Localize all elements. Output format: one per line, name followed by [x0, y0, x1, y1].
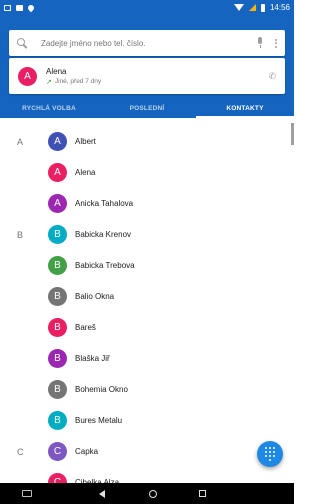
avatar[interactable]: B [48, 349, 67, 368]
contact-row[interactable]: C Cibelka Alza [0, 467, 294, 483]
contact-list[interactable]: A A Albert A Alena A Anicka Tahalova B B Babicka … [0, 126, 294, 483]
image-notification-icon [16, 4, 23, 11]
home-icon[interactable] [149, 489, 157, 498]
avatar[interactable]: B [48, 380, 67, 399]
dialpad-button[interactable] [257, 441, 283, 467]
contact-name: Anicka Tahalova [75, 199, 134, 208]
notification-icon [4, 4, 11, 11]
contact-name: Blaška Jiř [75, 354, 110, 363]
recent-call-detail: Jiné, před 7 dny [54, 78, 102, 85]
avatar[interactable]: A [48, 163, 67, 182]
contact-row[interactable]: B Balio Okna [0, 281, 294, 312]
contact-name: Bures Metalu [75, 416, 123, 425]
section-letter: C [17, 446, 24, 457]
screenshot-icon[interactable] [22, 490, 32, 497]
tab-bar: RYCHLÁ VOLBA POSLEDNÍ KONTAKTY [0, 98, 294, 118]
contact-row[interactable]: C C Capka [0, 436, 294, 467]
section-letter: B [17, 229, 24, 240]
status-bar: 14:56 [0, 0, 294, 15]
contact-name: Alena [75, 168, 96, 177]
status-left-icons [4, 3, 36, 12]
avatar[interactable]: B [48, 318, 67, 337]
recent-call-detail-row: ↗ Jiné, před 7 dny [46, 78, 268, 86]
contact-row[interactable]: B Blaška Jiř [0, 343, 294, 374]
search-input[interactable] [41, 38, 255, 48]
contact-row[interactable]: B Babicka Trebova [0, 250, 294, 281]
avatar[interactable]: B [48, 411, 67, 430]
contact-name: Albert [75, 137, 96, 146]
contact-row[interactable]: A Alena [0, 157, 294, 188]
contact-name: Bareš [75, 323, 96, 332]
contact-name: Bohemia Okno [75, 385, 128, 394]
search-bar[interactable] [9, 30, 285, 56]
navigation-bar [0, 483, 294, 504]
contact-name: Babicka Trebova [75, 261, 135, 270]
contact-row[interactable]: B Bareš [0, 312, 294, 343]
dialpad-icon [264, 446, 276, 462]
contact-row[interactable]: A A Albert [0, 126, 294, 157]
tab-speed-dial[interactable]: RYCHLÁ VOLBA [0, 98, 98, 118]
avatar[interactable]: A [48, 132, 67, 151]
tab-recents[interactable]: POSLEDNÍ [98, 98, 196, 118]
avatar: A [18, 66, 37, 86]
contact-name: Balio Okna [75, 292, 115, 301]
recent-call-name: Alena [46, 66, 67, 76]
avatar[interactable]: B [48, 256, 67, 275]
avatar[interactable]: A [48, 194, 67, 213]
avatar[interactable]: C [48, 442, 67, 461]
location-icon [26, 3, 36, 12]
phone-icon[interactable]: ✆ [268, 71, 276, 82]
wifi-icon [233, 4, 244, 11]
battery-icon [260, 3, 265, 12]
scrollbar[interactable] [291, 123, 294, 145]
back-icon[interactable] [99, 489, 105, 498]
tab-contacts[interactable]: KONTAKTY [196, 98, 294, 118]
avatar[interactable]: B [48, 287, 67, 306]
mic-icon[interactable] [255, 37, 265, 49]
avatar[interactable]: C [48, 473, 67, 483]
contact-row[interactable]: A Anicka Tahalova [0, 188, 294, 219]
search-icon [17, 37, 28, 49]
status-right-icons: 14:56 [233, 3, 290, 12]
contact-row[interactable]: B Bures Metalu [0, 405, 294, 436]
recent-apps-icon[interactable] [199, 490, 206, 497]
contact-name: Capka [75, 447, 99, 456]
contact-name: Babicka Krenov [75, 230, 132, 239]
contact-row[interactable]: B B Babicka Krenov [0, 219, 294, 250]
outgoing-call-icon: ↗ [46, 78, 52, 86]
more-vert-icon[interactable] [275, 38, 277, 48]
contact-row[interactable]: B Bohemia Okno [0, 374, 294, 405]
recent-call-text: Alena ↗ Jiné, před 7 dny [46, 67, 268, 86]
section-letter: A [17, 136, 24, 147]
recent-call-card[interactable]: A Alena ↗ Jiné, před 7 dny ✆ [9, 58, 285, 94]
avatar[interactable]: B [48, 225, 67, 244]
signal-icon [248, 4, 256, 11]
status-time: 14:56 [269, 3, 290, 12]
